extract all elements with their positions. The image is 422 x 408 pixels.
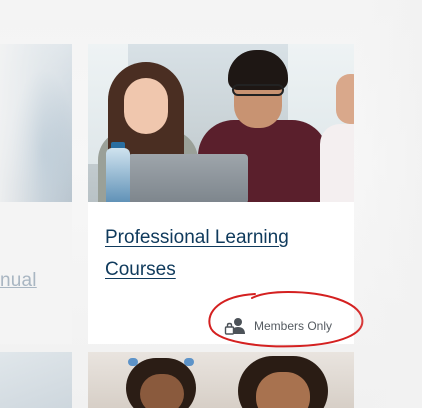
course-card-bottom[interactable] xyxy=(88,352,354,408)
course-card-image xyxy=(88,44,354,202)
course-title-link[interactable]: Professional Learning Courses xyxy=(105,222,345,286)
laptop xyxy=(128,154,248,202)
course-card-image xyxy=(0,352,72,408)
person-face xyxy=(124,78,168,134)
hair-bow xyxy=(184,358,194,366)
person-face xyxy=(140,374,184,408)
badge-label: Members Only xyxy=(254,319,333,333)
page-fade-right xyxy=(354,0,422,408)
person-face xyxy=(256,372,310,408)
course-card-bottom-left[interactable] xyxy=(0,352,72,408)
person-face xyxy=(336,74,354,124)
course-card-professional-learning[interactable]: Professional Learning Courses Members On… xyxy=(88,44,354,344)
lock-user-icon xyxy=(224,317,246,335)
course-card-image xyxy=(88,352,354,408)
card-fade-overlay xyxy=(0,44,72,344)
person-figure xyxy=(320,124,354,202)
course-card-left[interactable]: nual xyxy=(0,44,72,344)
course-card-left-title-link[interactable]: nual xyxy=(0,270,37,292)
members-only-badge: Members Only xyxy=(224,316,332,336)
glasses xyxy=(232,84,284,96)
hair-bow xyxy=(128,358,138,366)
water-bottle xyxy=(106,148,130,202)
